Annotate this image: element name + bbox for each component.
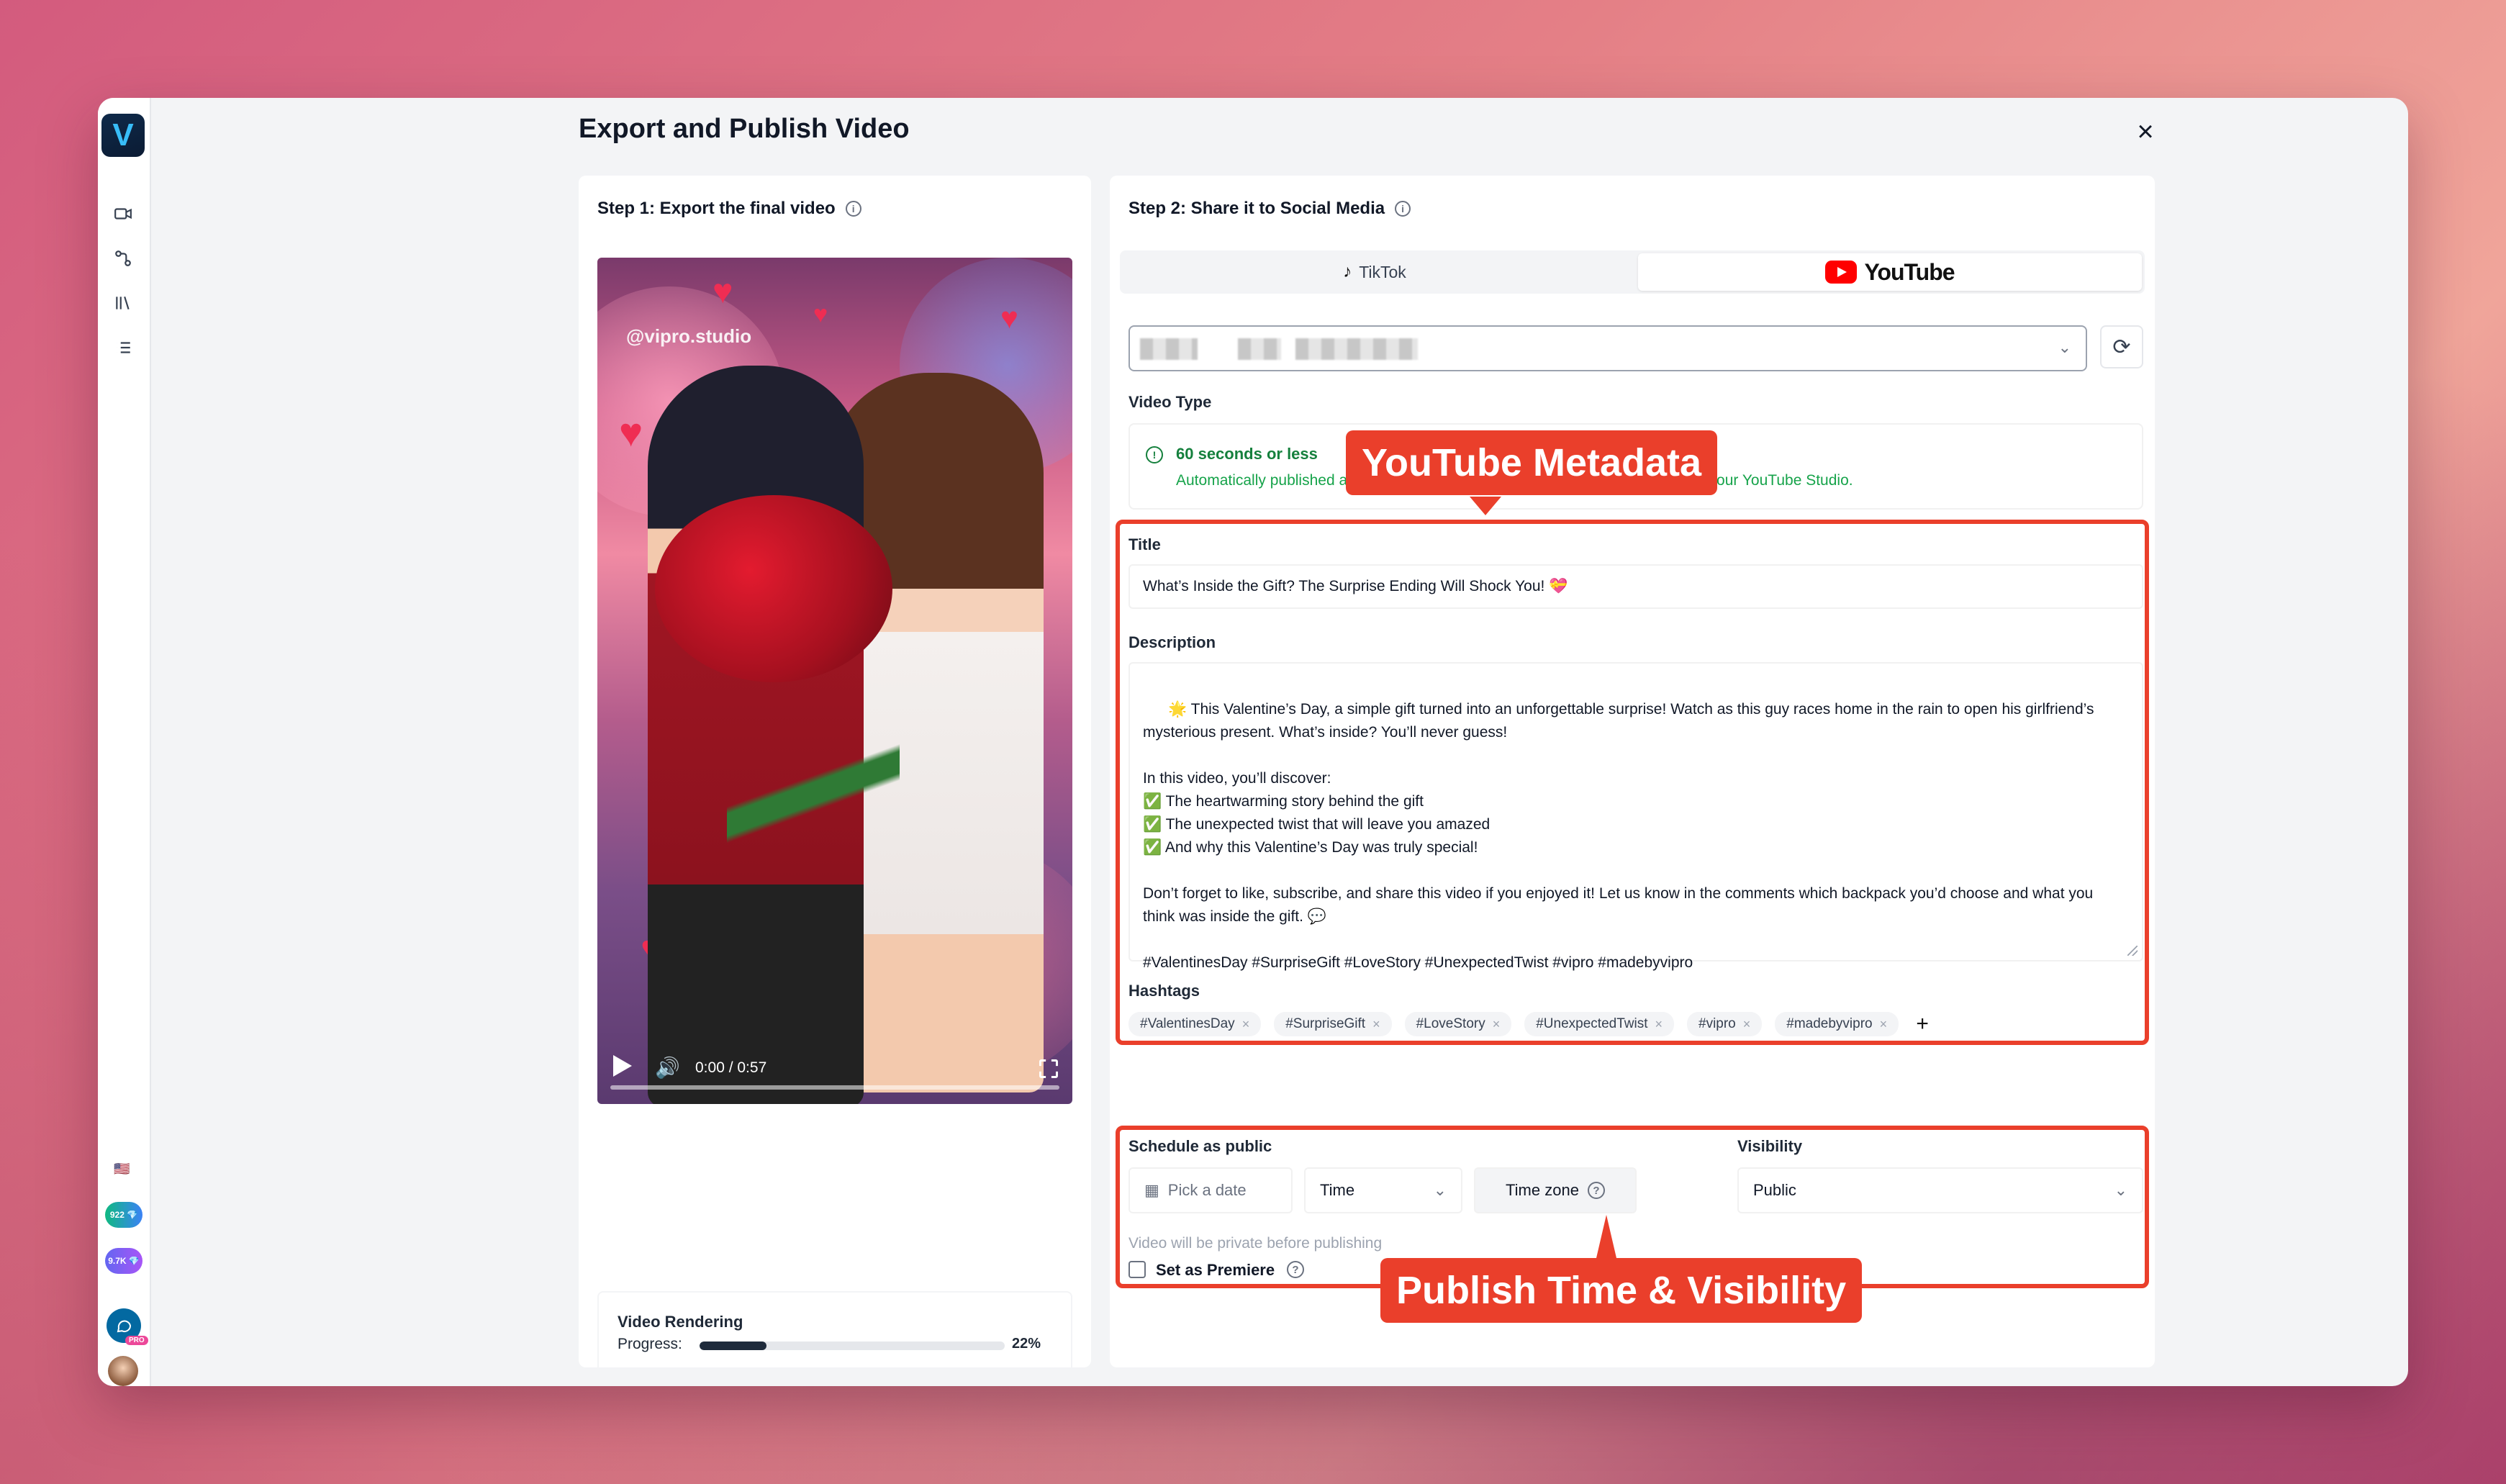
- metadata-highlight: [1116, 520, 2149, 1045]
- video-type-title: 60 seconds or less: [1176, 445, 1318, 463]
- redacted-text: [1295, 338, 1418, 360]
- language-flag-icon[interactable]: 🇺🇸: [114, 1162, 130, 1177]
- export-publish-window: V 🇺🇸 922 💎 9.7K 💎 PRO Export and Publish…: [98, 98, 2408, 1386]
- callout-arrow: [1470, 497, 1501, 515]
- refresh-button[interactable]: ⟳: [2100, 325, 2143, 368]
- render-title: Video Rendering: [618, 1313, 743, 1331]
- sidebar: V 🇺🇸 922 💎 9.7K 💎 PRO: [98, 98, 151, 1386]
- publish-callout: Publish Time & Visibility: [1380, 1258, 1863, 1323]
- redacted-avatar: [1140, 338, 1198, 360]
- render-progress-percent: 22%: [1012, 1336, 1041, 1352]
- tab-tiktok-label: TikTok: [1359, 262, 1406, 281]
- chevron-down-icon: ⌄: [2058, 338, 2071, 356]
- tab-tiktok[interactable]: ♪ TikTok: [1123, 253, 1627, 291]
- rose-bouquet: [655, 495, 892, 682]
- heart-icon: ♥: [813, 301, 828, 328]
- video-camera-icon[interactable]: [111, 202, 135, 226]
- refresh-icon: ⟳: [2112, 335, 2131, 359]
- metadata-callout: YouTube Metadata: [1346, 430, 1718, 495]
- render-progress-fill: [700, 1342, 767, 1350]
- workflow-icon[interactable]: [111, 246, 135, 271]
- volume-icon[interactable]: 🔊: [655, 1056, 680, 1080]
- step2-header: Step 2: Share it to Social Media i: [1128, 199, 1411, 219]
- video-type-label: Video Type: [1128, 393, 1212, 411]
- channel-select[interactable]: ⌄: [1128, 325, 2087, 371]
- youtube-icon: [1825, 261, 1858, 284]
- tab-youtube[interactable]: YouTube: [1638, 253, 2142, 291]
- render-progress-label: Progress:: [618, 1336, 682, 1352]
- info-icon: !: [1146, 446, 1163, 463]
- redacted-text: [1238, 338, 1281, 360]
- user-avatar[interactable]: [108, 1356, 138, 1386]
- list-icon[interactable]: [111, 335, 135, 360]
- render-progress-bar: [700, 1342, 1005, 1350]
- credits-badge-primary[interactable]: 922 💎: [105, 1202, 143, 1228]
- platform-tabs: ♪ TikTok YouTube: [1120, 250, 2145, 294]
- play-icon[interactable]: [613, 1055, 632, 1077]
- step2-card: Step 2: Share it to Social Media i ♪ Tik…: [1110, 176, 2155, 1367]
- heart-icon: ♥: [619, 410, 643, 455]
- heart-icon: ♥: [1000, 301, 1018, 335]
- pro-badge: PRO: [125, 1336, 148, 1345]
- step1-card: Step 1: Export the final video i ♥ ♥ ♥ ♥…: [579, 176, 1091, 1375]
- step1-header: Step 1: Export the final video i: [597, 199, 861, 219]
- close-button[interactable]: ×: [2127, 114, 2163, 150]
- info-icon[interactable]: i: [845, 201, 861, 217]
- rose-stems: [727, 661, 900, 963]
- tab-youtube-label: YouTube: [1864, 258, 1955, 285]
- page-title: Export and Publish Video: [579, 114, 910, 144]
- callout-arrow: [1596, 1215, 1616, 1258]
- step2-title: Step 2: Share it to Social Media: [1128, 199, 1385, 218]
- render-status: Video Rendering Progress: 22%: [597, 1291, 1072, 1375]
- step1-title: Step 1: Export the final video: [597, 199, 836, 218]
- info-icon[interactable]: i: [1395, 201, 1411, 217]
- seek-bar[interactable]: [610, 1085, 1059, 1090]
- library-icon[interactable]: [111, 291, 135, 315]
- video-watermark: @vipro.studio: [626, 325, 752, 347]
- app-logo[interactable]: V: [101, 114, 145, 157]
- video-player[interactable]: ♥ ♥ ♥ ♥ ♥ ♥ @vipro.studio 🔊 0:00 / 0:57: [597, 258, 1072, 1104]
- credits-badge-secondary[interactable]: 9.7K 💎: [105, 1248, 143, 1274]
- video-time: 0:00 / 0:57: [695, 1059, 767, 1076]
- heart-icon: ♥: [713, 273, 733, 311]
- tiktok-icon: ♪: [1343, 262, 1352, 281]
